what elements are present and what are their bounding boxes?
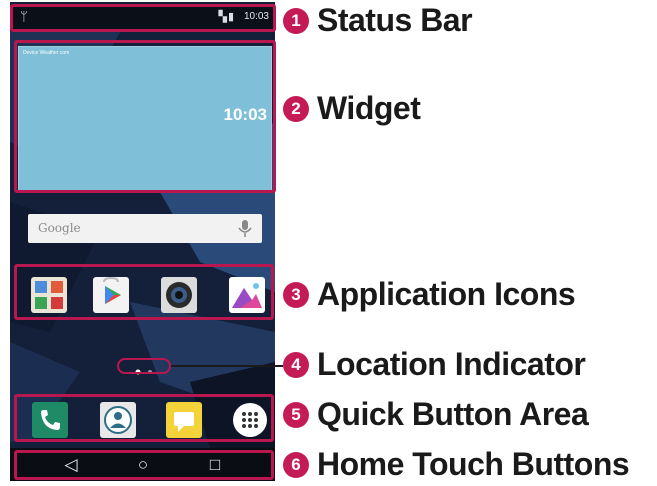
widget-highlight bbox=[14, 40, 276, 193]
callout-label: Status Bar bbox=[317, 2, 473, 38]
callout-label: Quick Button Area bbox=[317, 396, 589, 432]
callout-number: 5 bbox=[283, 402, 309, 428]
callout-label: Location Indicator bbox=[317, 346, 586, 382]
home-buttons-highlight bbox=[14, 450, 274, 480]
callout-label: Widget bbox=[317, 90, 421, 126]
mic-icon[interactable] bbox=[236, 219, 254, 238]
location-indicator-highlight bbox=[117, 358, 171, 374]
callout-label: Application Icons bbox=[317, 276, 576, 312]
location-indicator-leader bbox=[171, 365, 283, 367]
search-placeholder: Google bbox=[38, 221, 81, 235]
callout-number: 1 bbox=[283, 8, 309, 34]
callout-number: 2 bbox=[283, 96, 309, 122]
callout-label: Home Touch Buttons bbox=[317, 446, 630, 482]
quick-button-highlight bbox=[14, 394, 274, 442]
app-icons-highlight bbox=[14, 264, 274, 320]
callout-number: 6 bbox=[283, 452, 309, 478]
callout-number: 3 bbox=[283, 282, 309, 308]
google-search-bar[interactable]: Google bbox=[28, 214, 262, 243]
callout-number: 4 bbox=[283, 352, 309, 378]
status-bar-highlight bbox=[10, 4, 276, 32]
